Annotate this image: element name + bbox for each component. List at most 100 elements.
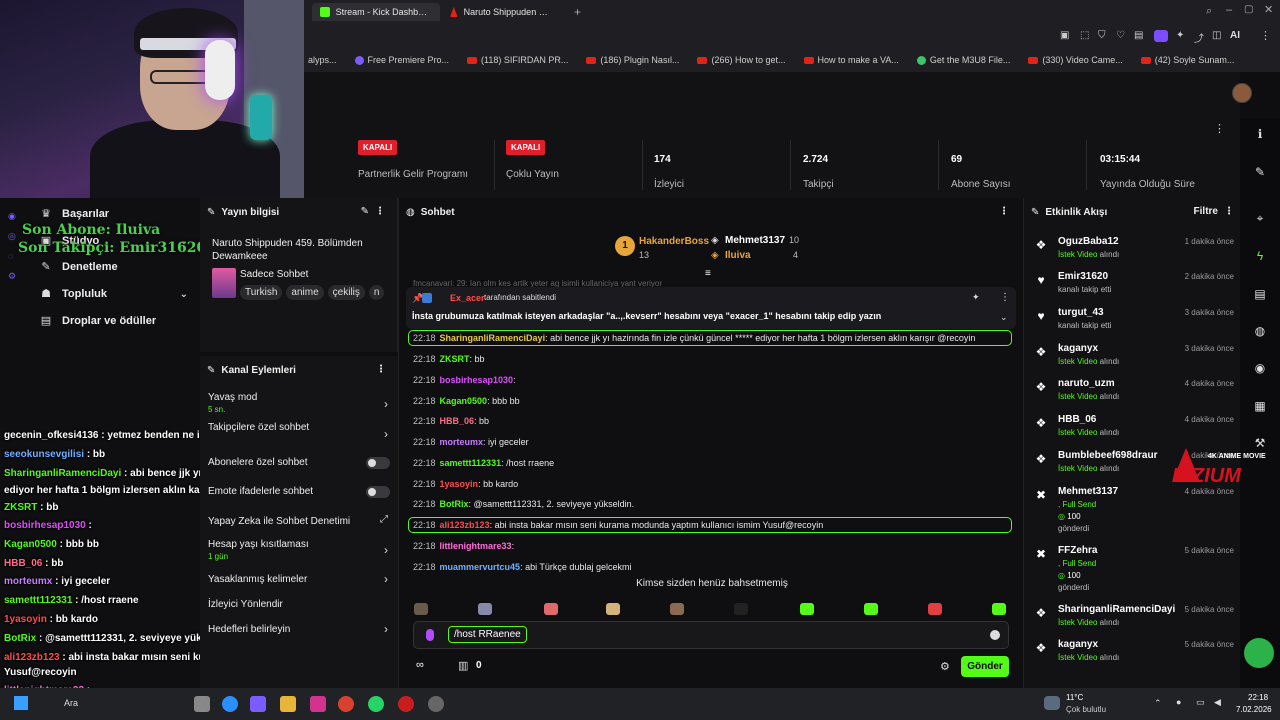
tag-chip[interactable]: anime [286, 285, 324, 300]
chevron-right-icon[interactable]: › [384, 572, 388, 586]
tag-chip[interactable]: çekiliş [327, 285, 365, 300]
filter-button[interactable]: Filtre [1194, 206, 1218, 217]
emote-icon[interactable] [800, 603, 814, 615]
feed-user[interactable]: naruto_uzm [1058, 378, 1115, 389]
share-icon[interactable]: ⤴ [1194, 30, 1204, 45]
feed-user[interactable]: HBB_06 [1058, 414, 1096, 425]
pencil-icon[interactable]: ✎ [1252, 164, 1268, 180]
minimize-icon[interactable]: – [1226, 4, 1232, 16]
chat-message[interactable]: 22:18 morteumx: iyi geceler [413, 437, 1009, 447]
action-account-age[interactable]: Hesap yaşı kısıtlaması 1 gün [208, 539, 309, 561]
sidebar-item-achievements[interactable]: ♛ Başarılar [40, 208, 109, 220]
more-icon[interactable]: ⋮ [375, 206, 385, 217]
bookmark-item[interactable]: alyps... [308, 55, 337, 65]
document-icon[interactable]: ▤ [1252, 286, 1268, 302]
lightning-icon[interactable]: ϟ [1252, 248, 1268, 264]
category-name[interactable]: Sadece Sohbet [240, 269, 308, 280]
instagram-icon[interactable] [310, 696, 326, 712]
chat-settings-icon[interactable]: ∞ [416, 659, 424, 671]
message-user[interactable]: SharinganliRamenciDayi [440, 333, 546, 343]
message-user[interactable]: ZKSRT [440, 354, 470, 364]
new-tab-button[interactable]: + [566, 3, 582, 21]
sidebar-item-drops[interactable]: ▤ Droplar ve ödüller [40, 315, 156, 327]
volume-icon[interactable]: ◀ [1214, 697, 1221, 708]
feed-user[interactable]: Mehmet3137 [1058, 486, 1118, 497]
action-raid[interactable]: İzleyici Yönlendir [208, 599, 283, 610]
emote-icon[interactable] [864, 603, 878, 615]
message-user[interactable]: 1yasoyin [440, 479, 479, 489]
camera-icon[interactable]: ▣ [1060, 30, 1069, 41]
chat-message[interactable]: 22:18 samettt112331: /host rraene [413, 458, 1009, 468]
emote-icon[interactable] [478, 603, 492, 615]
copilot-icon[interactable] [250, 696, 266, 712]
sidebar-icon[interactable]: ◫ [1212, 30, 1221, 41]
chat-message[interactable]: 22:18 Kagan0500: bbb bb [413, 396, 1009, 406]
action-ai-moderation[interactable]: Yapay Zeka ile Sohbet Denetimi [208, 516, 350, 527]
chat-message[interactable]: 22:18 bosbirhesap1030: [413, 375, 1009, 385]
message-user[interactable]: littlenightmare33 [440, 541, 512, 551]
chat-message[interactable]: 22:18 BotRix: @samettt112331, 2. seviyeye… [413, 499, 1009, 509]
microphone-icon[interactable]: ● [1176, 697, 1181, 707]
send-button[interactable]: Gönder [961, 656, 1009, 677]
bookmark-item[interactable]: Free Premiere Pro... [354, 55, 449, 65]
subscribers-only-toggle[interactable] [366, 457, 390, 469]
feed-user[interactable]: kaganyx [1058, 639, 1098, 650]
action-goals[interactable]: Hedefleri belirleyin [208, 624, 290, 635]
more-icon[interactable]: ⋮ [1000, 292, 1010, 303]
sidebar-item-moderation[interactable]: ✎ Denetleme [40, 261, 117, 273]
message-user[interactable]: BotRix [440, 499, 469, 509]
broadcast-icon[interactable]: ◉ [1252, 360, 1268, 376]
bookmark-item[interactable]: (186) Plugin Nasıl... [586, 55, 679, 65]
support-button[interactable] [1244, 638, 1274, 668]
message-user[interactable]: HBB_06 [440, 416, 475, 426]
message-user[interactable]: morteumx [440, 437, 484, 447]
collections-icon[interactable]: ▤ [1134, 30, 1143, 41]
feed-user[interactable]: SharinganliRamenciDayi [1058, 604, 1175, 615]
chevron-right-icon[interactable]: › [384, 622, 388, 636]
taskbar-search[interactable]: Ara [64, 698, 78, 708]
chevron-right-icon[interactable]: › [384, 397, 388, 411]
bookmark-item[interactable]: (330) Video Came... [1028, 55, 1123, 65]
chevron-right-icon[interactable]: › [384, 427, 388, 441]
emote-icon[interactable] [734, 603, 748, 615]
feed-user[interactable]: Bumblebeef698draur [1058, 450, 1157, 461]
more-icon[interactable]: ⋮ [1224, 206, 1234, 217]
leader-name[interactable]: HakanderBoss [639, 236, 709, 247]
close-icon[interactable]: ✕ [1264, 3, 1273, 16]
message-user[interactable]: ali123zb123 [440, 520, 490, 530]
chat-input-field[interactable]: /host RRaenee [448, 626, 527, 643]
bookmark-item[interactable]: (118) SIFIRDAN PR... [467, 55, 568, 65]
emoji-icon[interactable] [990, 630, 1000, 640]
tab-kick-dashboard[interactable]: Stream - Kick Dashboard [312, 3, 440, 21]
shield-icon[interactable]: ⛉ [1098, 30, 1106, 41]
emote-icon[interactable] [928, 603, 942, 615]
emote-icon[interactable] [606, 603, 620, 615]
message-user[interactable]: muammervurtcu45 [440, 562, 521, 572]
network-icon[interactable]: ▭ [1196, 697, 1205, 708]
chat-input-box[interactable]: /host RRaenee [413, 621, 1009, 649]
chat-message[interactable]: 22:18 ZKSRT: bb [413, 354, 1009, 364]
more-icon[interactable]: ⋮ [999, 206, 1009, 217]
chevron-right-icon[interactable]: › [384, 543, 388, 557]
tag-chip[interactable]: Turkish [240, 285, 283, 300]
favorite-icon[interactable]: ♡ [1116, 30, 1125, 41]
screenshot-icon[interactable]: ⬚ [1080, 30, 1089, 41]
emote-icon[interactable] [414, 603, 428, 615]
chat-message[interactable]: 22:18 ali123zb123: abi insta bakar mısın … [413, 520, 1009, 530]
feed-user[interactable]: OguzBaba12 [1058, 236, 1119, 247]
leader-name[interactable]: Iluiva [725, 250, 751, 261]
unpin-icon[interactable]: ✦ [972, 292, 980, 303]
extension-icon[interactable] [1154, 30, 1168, 42]
obs-icon[interactable] [428, 696, 444, 712]
taskview-icon[interactable] [194, 696, 210, 712]
search-tabs-icon[interactable]: ⌕ [1206, 5, 1212, 18]
puzzle-icon[interactable]: ✦ [1176, 30, 1184, 41]
chat-bubble-icon[interactable]: ◍ [1252, 323, 1268, 339]
message-user[interactable]: samettt112331 [440, 458, 502, 468]
action-slow-mode[interactable]: Yavaş mod 5 sn. [208, 392, 257, 414]
emote-icon[interactable] [544, 603, 558, 615]
feed-user[interactable]: FFZehra [1058, 545, 1097, 556]
emote-icon[interactable] [670, 603, 684, 615]
chat-message[interactable]: 22:18 1yasoyin: bb kardo [413, 479, 1009, 489]
ai-button[interactable]: AI [1230, 30, 1240, 41]
